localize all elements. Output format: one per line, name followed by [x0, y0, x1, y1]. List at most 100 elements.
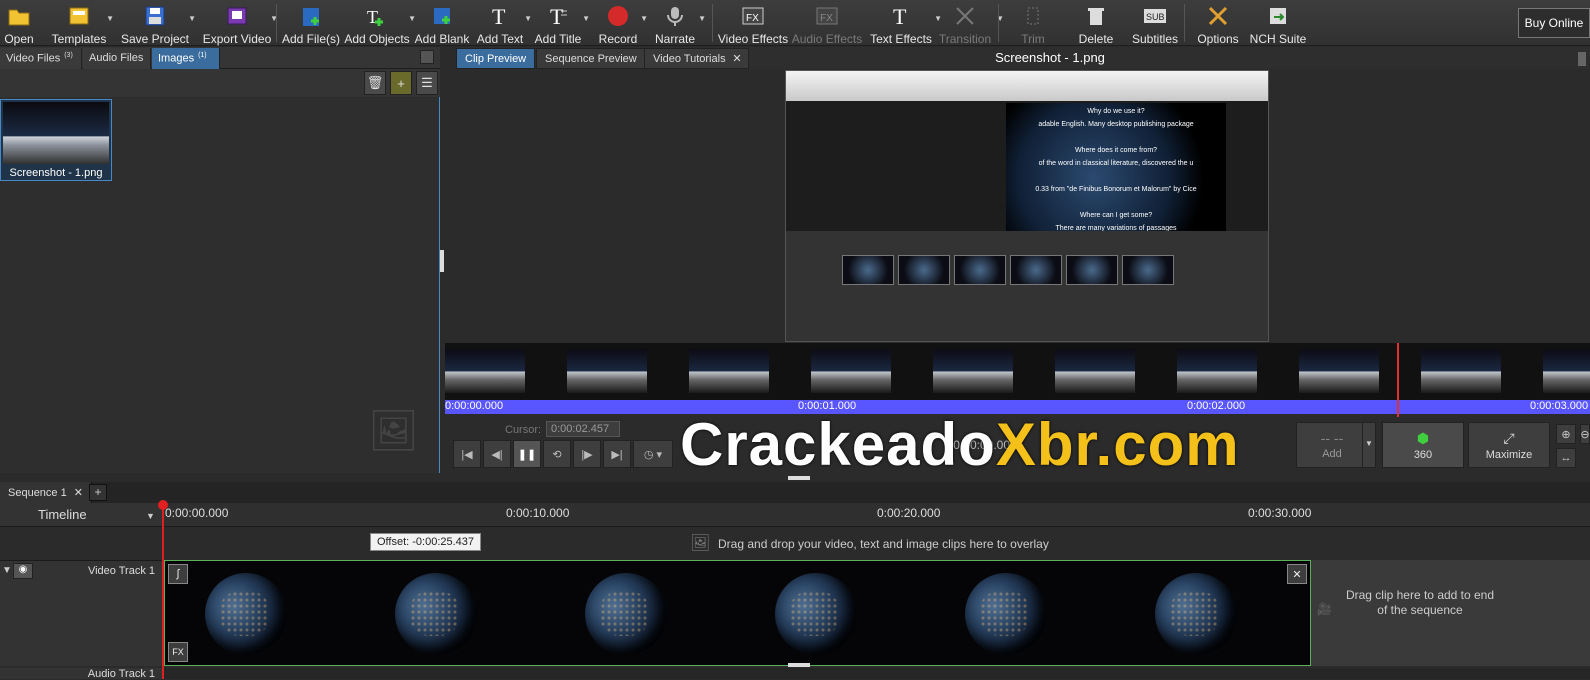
- add-folder-icon[interactable]: +: [390, 71, 412, 95]
- delete-button[interactable]: Delete: [1076, 0, 1116, 46]
- save-project-button[interactable]: Save Project ▼: [121, 0, 196, 46]
- watermark: CrackeadoXbr.com: [680, 411, 1240, 478]
- tab-audio-files[interactable]: Audio Files: [83, 48, 151, 69]
- options-button[interactable]: Options: [1197, 0, 1239, 46]
- add-text-button[interactable]: T Add Text ▼: [477, 0, 532, 46]
- collapse-icon[interactable]: ▼: [2, 565, 12, 576]
- add-objects-button[interactable]: T Add Objects ▼: [344, 0, 416, 46]
- record-button[interactable]: Record ▼: [598, 0, 648, 46]
- skip-end-icon[interactable]: ▶|: [603, 440, 631, 468]
- maximize-button[interactable]: ⤢ Maximize: [1468, 422, 1550, 468]
- step-forward-icon[interactable]: |▶: [573, 440, 601, 468]
- add-blank-button[interactable]: Add Blank: [415, 0, 469, 46]
- media-thumbnail[interactable]: Screenshot - 1.png: [0, 99, 112, 181]
- offset-tooltip: Offset: -0:00:25.437: [370, 533, 482, 551]
- subtitles-button[interactable]: SUB Subtitles: [1130, 0, 1180, 46]
- audio-track[interactable]: [163, 668, 1590, 679]
- add-icon: -- --: [1320, 430, 1344, 446]
- cursor-label: Cursor:: [505, 424, 542, 436]
- zoom-out-icon[interactable]: ⊖: [1580, 424, 1590, 444]
- tab-video-files[interactable]: Video Files (3): [0, 48, 82, 69]
- trash-icon[interactable]: 🗑: [364, 71, 386, 95]
- transition-icon: [951, 2, 979, 30]
- loop-icon[interactable]: ⟲: [543, 440, 571, 468]
- add-title-icon: T: [544, 2, 572, 30]
- text-effects-icon: T: [887, 2, 915, 30]
- chevron-down-icon: ▼: [408, 14, 416, 23]
- timeline-mode-dropdown[interactable]: Timeline ▼: [0, 503, 163, 527]
- fit-width-icon[interactable]: ↔: [1556, 448, 1576, 468]
- add-text-icon: T: [486, 2, 514, 30]
- video-clip[interactable]: ∫ ✕ FX: [164, 560, 1311, 666]
- skip-start-icon[interactable]: |◀: [453, 440, 481, 468]
- toolbar-divider: [1184, 4, 1185, 42]
- add-sequence-button[interactable]: +: [89, 484, 107, 501]
- close-icon[interactable]: ✕: [732, 52, 741, 65]
- tab-video-tutorials[interactable]: Video Tutorials ✕: [644, 48, 749, 69]
- video-effects-button[interactable]: FX Video Effects: [718, 0, 788, 46]
- add-files-button[interactable]: Add File(s): [282, 0, 340, 46]
- trim-button[interactable]: Trim: [1016, 0, 1050, 46]
- zoom-in-icon[interactable]: ⊕: [1556, 424, 1576, 444]
- folder-icon: [5, 2, 33, 30]
- timeline-ruler[interactable]: 0:00:00.000 0:00:10.000 0:00:20.000 0:00…: [163, 503, 1590, 527]
- tab-images[interactable]: Images (1): [152, 48, 220, 69]
- tab-sequence-preview[interactable]: Sequence Preview: [536, 48, 646, 69]
- eye-icon[interactable]: ◉: [13, 563, 33, 579]
- options-icon: [1204, 2, 1232, 30]
- panel-splitter[interactable]: [788, 476, 810, 480]
- preview-inner-timeline: [786, 231, 1268, 341]
- microphone-icon: [661, 2, 689, 30]
- preview-area: Why do we use it? adable English. Many d…: [445, 69, 1590, 343]
- chevron-down-icon: ▼: [146, 511, 155, 521]
- text-effects-button[interactable]: T Text Effects ▼: [870, 0, 942, 46]
- toolbar-divider: [712, 4, 713, 42]
- video-track-header: ▼ ◉ Video Track 1: [0, 560, 163, 666]
- preview-playhead[interactable]: [1397, 343, 1399, 417]
- pause-icon[interactable]: ❚❚: [513, 440, 541, 468]
- open-button[interactable]: Open: [2, 0, 36, 46]
- clip-frame: [775, 573, 857, 655]
- timeline-playhead[interactable]: [162, 503, 164, 679]
- timeline-splitter[interactable]: [788, 663, 810, 667]
- media-bin: 🗑 + ☰ Screenshot - 1.png 🖼: [0, 69, 440, 473]
- playhead-handle[interactable]: [158, 500, 168, 510]
- audio-effects-button[interactable]: FX Audio Effects: [792, 0, 862, 46]
- step-back-icon[interactable]: ◀|: [483, 440, 511, 468]
- close-icon[interactable]: ✕: [74, 487, 83, 499]
- clip-fx-icon[interactable]: FX: [168, 642, 188, 662]
- preview-title: Screenshot - 1.png: [995, 50, 1105, 65]
- add-title-button[interactable]: T Add Title ▼: [535, 0, 590, 46]
- main-toolbar: Open Templates ▼ Save Project ▼ Export V…: [0, 0, 1590, 46]
- add-blank-icon: [428, 2, 456, 30]
- undock-icon[interactable]: [420, 50, 434, 64]
- add-button[interactable]: -- -- Add: [1296, 422, 1368, 468]
- narrate-button[interactable]: Narrate ▼: [654, 0, 706, 46]
- 360-button[interactable]: ⬢ 360: [1382, 422, 1464, 468]
- buy-online-button[interactable]: Buy Online: [1518, 8, 1590, 38]
- tab-clip-preview[interactable]: Clip Preview: [456, 48, 536, 69]
- tab-sequence-1[interactable]: Sequence 1 ✕: [0, 482, 92, 503]
- media-tabs: Video Files (3) Audio Files Images (1): [0, 47, 440, 69]
- panel-menu-icon[interactable]: [1578, 52, 1586, 66]
- speed-icon[interactable]: ◷ ▾: [633, 440, 673, 468]
- transition-icon[interactable]: ✕: [1287, 564, 1307, 584]
- thumbnail-image: [3, 102, 109, 164]
- export-video-button[interactable]: Export Video ▼: [203, 0, 278, 46]
- transition-button[interactable]: Transition ▼: [936, 0, 1004, 46]
- add-dropdown-icon[interactable]: ▼: [1362, 422, 1376, 468]
- nch-suite-button[interactable]: NCH Suite: [1250, 0, 1306, 46]
- add-file-icon: [297, 2, 325, 30]
- templates-button[interactable]: Templates ▼: [52, 0, 114, 46]
- media-bin-toolbar: 🗑 + ☰: [0, 69, 440, 97]
- chevron-down-icon: ▼: [582, 14, 590, 23]
- svg-text:FX: FX: [746, 13, 759, 24]
- vertical-splitter[interactable]: [440, 250, 444, 272]
- sequence-tabs: Sequence 1 ✕ +: [0, 482, 1590, 503]
- list-view-icon[interactable]: ☰: [416, 71, 438, 95]
- preview-image: Why do we use it? adable English. Many d…: [785, 70, 1269, 342]
- fade-icon[interactable]: ∫: [168, 564, 188, 584]
- add-objects-icon: T: [363, 2, 391, 30]
- preview-film-strip[interactable]: [445, 343, 1590, 400]
- chevron-down-icon: ▼: [524, 14, 532, 23]
